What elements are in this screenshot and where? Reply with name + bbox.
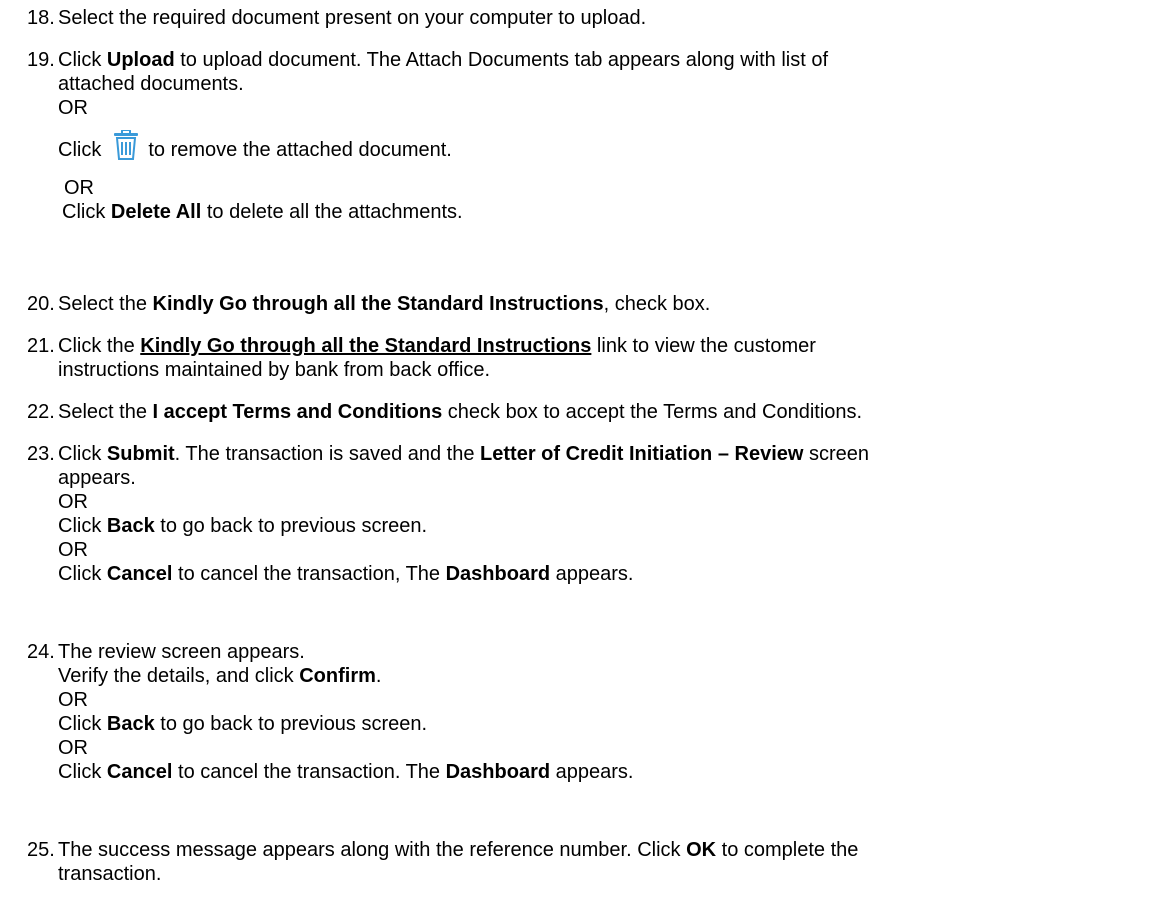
text-span: appears.	[550, 761, 634, 783]
step-25: 25. The success message appears along wi…	[27, 838, 1132, 886]
back-label: Back	[106, 713, 155, 735]
text-span: screen	[803, 443, 870, 465]
dashboard-label: Dashboard	[445, 563, 551, 585]
trash-icon[interactable]	[113, 129, 139, 160]
text-span: link to view the customer	[591, 335, 816, 357]
step-text: Click Delete All to delete all the attac…	[62, 200, 1132, 224]
text-span: to complete the	[716, 839, 859, 861]
cancel-label: Cancel	[106, 563, 173, 585]
step-number: 24.	[27, 641, 55, 663]
delete-all-label: Delete All	[110, 201, 202, 223]
step-text: Select the required document present on …	[58, 7, 647, 29]
text-span: Click the	[58, 335, 141, 357]
text-span: Click	[58, 443, 107, 465]
text-span: appears.	[550, 563, 634, 585]
review-screen-label: Letter of Credit Initiation – Review	[480, 443, 804, 465]
step-20: 20. Select the Kindly Go through all the…	[27, 292, 1132, 316]
step-number: 25.	[27, 839, 55, 861]
step-text: instructions maintained by bank from bac…	[58, 359, 491, 381]
step-text: Click to remove the attached document.	[58, 129, 1132, 162]
cancel-label: Cancel	[106, 761, 173, 783]
step-number: 23.	[27, 443, 55, 465]
text-span: Click	[58, 515, 107, 537]
or-label: OR	[64, 177, 94, 199]
step-23: 23. Click Submit. The transaction is sav…	[27, 442, 1132, 586]
text-span: check box to accept the Terms and Condit…	[442, 401, 863, 423]
step-text: The success message appears along with t…	[58, 838, 1132, 862]
text-span: The success message appears along with t…	[58, 839, 687, 861]
or-label: OR	[58, 689, 88, 711]
text-span: to delete all the attachments.	[201, 201, 463, 223]
step-22: 22. Select the I accept Terms and Condit…	[27, 400, 1132, 424]
step-24: 24. The review screen appears. Verify th…	[27, 640, 1132, 784]
text-span: Select the	[58, 401, 153, 423]
step-text: appears.	[58, 467, 136, 489]
step-text: The review screen appears.	[58, 641, 305, 663]
or-label: OR	[58, 491, 88, 513]
standard-instructions-label: Kindly Go through all the Standard Instr…	[152, 293, 604, 315]
text-span: to upload document. The Attach Documents…	[174, 49, 829, 71]
step-text: Verify the details, and click Confirm.	[58, 664, 1132, 688]
text-span: Verify the details, and click	[58, 665, 300, 687]
step-number: 21.	[27, 335, 55, 357]
step-text: Select the Kindly Go through all the Sta…	[58, 292, 1132, 316]
text-span: , check box.	[603, 293, 711, 315]
terms-label: I accept Terms and Conditions	[152, 401, 443, 423]
or-label: OR	[58, 737, 88, 759]
text-span: Click	[58, 563, 107, 585]
text-span: to cancel the transaction. The	[172, 761, 446, 783]
text-span: to go back to previous screen.	[154, 713, 428, 735]
confirm-label: Confirm	[299, 665, 376, 687]
step-text: Click Submit. The transaction is saved a…	[58, 442, 1132, 466]
text-span: . The transaction is saved and the	[174, 443, 481, 465]
upload-label: Upload	[106, 49, 175, 71]
text-span: Select the	[58, 293, 153, 315]
step-text: transaction.	[58, 863, 162, 885]
step-18: 18. Select the required document present…	[27, 6, 1132, 30]
text-span: .	[375, 665, 382, 687]
step-19: 19. Click Upload to upload document. The…	[27, 48, 1132, 224]
text-span: Click	[58, 49, 107, 71]
step-number: 22.	[27, 401, 55, 423]
or-label: OR	[58, 539, 88, 561]
ok-label: OK	[686, 839, 717, 861]
step-number: 18.	[27, 7, 55, 29]
text-span: to remove the attached document.	[148, 139, 452, 161]
text-span: Click	[62, 201, 111, 223]
step-text: Click the Kindly Go through all the Stan…	[58, 334, 1132, 358]
text-span: Click	[58, 761, 107, 783]
step-text: Click Cancel to cancel the transaction. …	[58, 760, 1132, 784]
standard-instructions-link[interactable]: Kindly Go through all the Standard Instr…	[140, 335, 591, 357]
step-number: 19.	[27, 49, 55, 71]
step-text: Click Cancel to cancel the transaction, …	[58, 562, 1132, 586]
submit-label: Submit	[106, 443, 175, 465]
text-span: to go back to previous screen.	[154, 515, 428, 537]
step-number: 20.	[27, 293, 55, 315]
step-text: Click Upload to upload document. The Att…	[58, 48, 1132, 72]
step-text: attached documents.	[58, 73, 244, 95]
or-label: OR	[58, 97, 88, 119]
text-span: Click	[58, 139, 102, 161]
dashboard-label: Dashboard	[445, 761, 551, 783]
text-span: to cancel the transaction, The	[172, 563, 446, 585]
back-label: Back	[106, 515, 155, 537]
step-text: Click Back to go back to previous screen…	[58, 712, 1132, 736]
step-text: Select the I accept Terms and Conditions…	[58, 400, 1132, 424]
step-21: 21. Click the Kindly Go through all the …	[27, 334, 1132, 382]
text-span: Click	[58, 713, 107, 735]
step-text: Click Back to go back to previous screen…	[58, 514, 1132, 538]
